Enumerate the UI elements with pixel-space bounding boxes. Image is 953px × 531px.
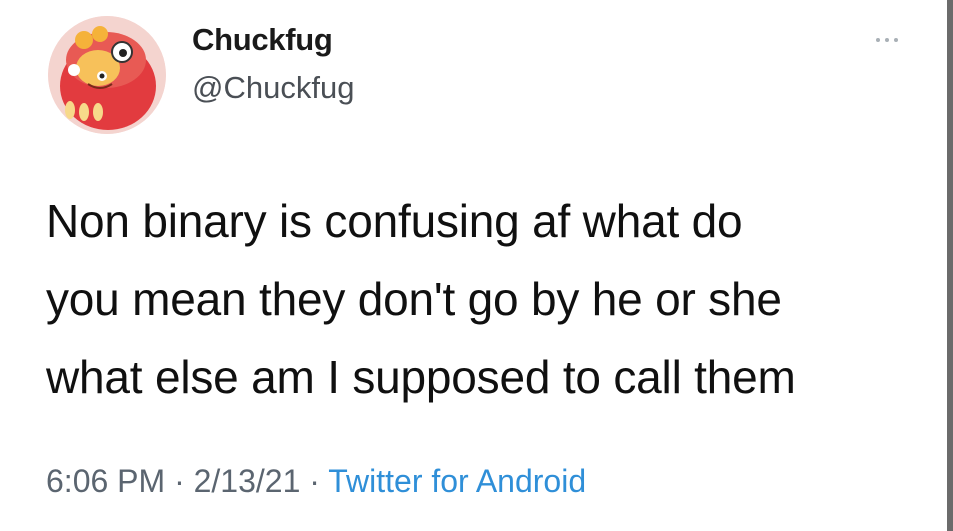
tweet-text-line: what else am I supposed to call them	[46, 351, 796, 403]
display-name[interactable]: Chuckfug	[192, 22, 333, 58]
tweet-time[interactable]: 6:06 PM	[46, 463, 165, 499]
meta-separator: ·	[309, 463, 320, 499]
tweet-meta: 6:06 PM · 2/13/21 · Twitter for Android	[46, 463, 586, 500]
avatar[interactable]	[48, 16, 166, 134]
tweet-text-line: Non binary is confusing af what do	[46, 195, 743, 247]
more-icon[interactable]	[867, 30, 907, 50]
tweet-text: Non binary is confusing af what do you m…	[46, 182, 906, 416]
tweet-card: Chuckfug @Chuckfug Non binary is confusi…	[0, 0, 953, 531]
more-dot	[876, 38, 880, 42]
tweet-source[interactable]: Twitter for Android	[328, 463, 586, 499]
meta-separator: ·	[174, 463, 185, 499]
tweet-text-line: you mean they don't go by he or she	[46, 273, 782, 325]
tweet-date[interactable]: 2/13/21	[194, 463, 301, 499]
more-dot	[885, 38, 889, 42]
more-dot	[894, 38, 898, 42]
user-handle[interactable]: @Chuckfug	[192, 70, 354, 106]
window-edge	[947, 0, 953, 531]
avatar-icon	[48, 16, 166, 134]
